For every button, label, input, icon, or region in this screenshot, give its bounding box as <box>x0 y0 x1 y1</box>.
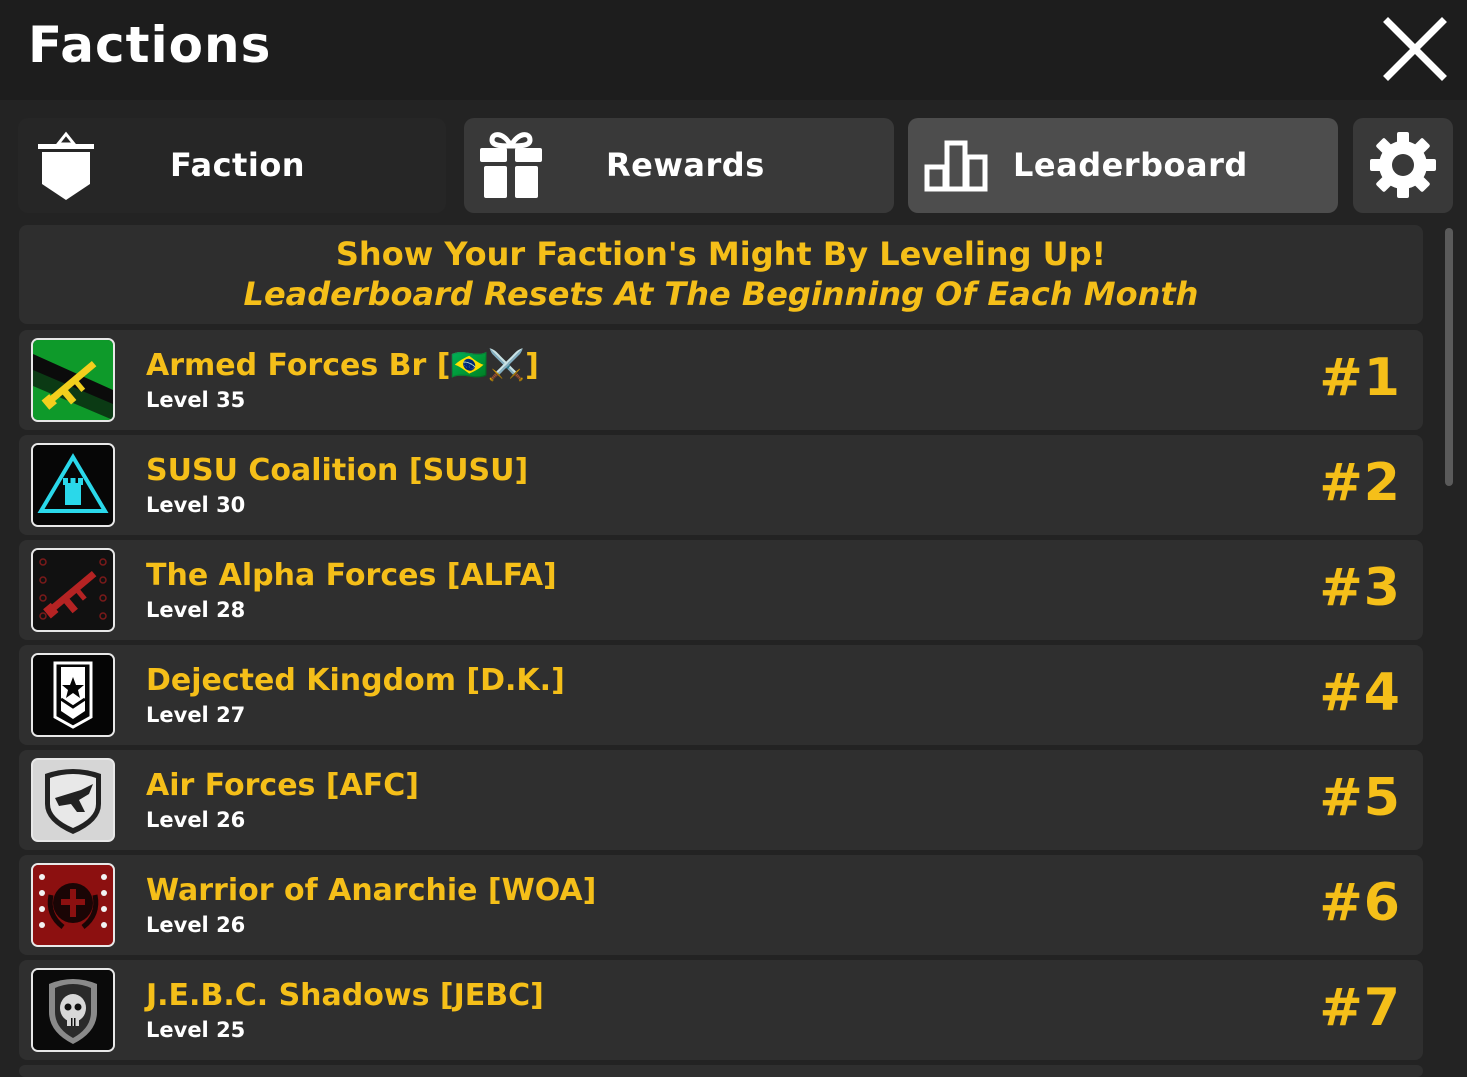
faction-emblem <box>31 443 115 527</box>
tab-label: Rewards <box>606 146 765 184</box>
shield-banner-icon <box>36 130 96 206</box>
leaderboard-row[interactable]: SUSU Coalition [SUSU] Level 30 #2 <box>19 435 1423 535</box>
faction-emblem <box>31 863 115 947</box>
faction-name: Warrior of Anarchie [WOA] <box>146 873 597 908</box>
faction-name: The Alpha Forces [ALFA] <box>146 558 557 593</box>
tab-rewards[interactable]: Rewards <box>464 118 894 213</box>
leaderboard-row[interactable]: Warrior of Anarchie [WOA] Level 26 #6 <box>19 855 1423 955</box>
window-title: Factions <box>28 16 272 74</box>
gift-icon <box>478 130 544 204</box>
faction-emblem <box>31 758 115 842</box>
gear-icon <box>1368 130 1438 204</box>
banner-subline: Leaderboard Resets At The Beginning Of E… <box>243 275 1199 313</box>
faction-level: Level 25 <box>146 1018 246 1042</box>
tab-settings[interactable] <box>1353 118 1453 213</box>
faction-emblem <box>31 653 115 737</box>
faction-rank: #1 <box>1319 348 1401 408</box>
faction-rank: #2 <box>1319 453 1401 513</box>
faction-level: Level 26 <box>146 913 246 937</box>
faction-level: Level 26 <box>146 808 246 832</box>
faction-rank: #7 <box>1319 978 1401 1038</box>
faction-name: Air Forces [AFC] <box>146 768 420 803</box>
close-icon <box>1383 17 1447 81</box>
scrollbar[interactable] <box>1445 228 1453 486</box>
close-button[interactable] <box>1380 14 1450 84</box>
banner-headline: Show Your Faction's Might By Leveling Up… <box>335 235 1107 273</box>
tab-label: Leaderboard <box>1013 146 1248 184</box>
leaderboard-row-partial <box>19 1065 1423 1077</box>
faction-level: Level 30 <box>146 493 246 517</box>
leaderboard-row[interactable]: Air Forces [AFC] Level 26 #5 <box>19 750 1423 850</box>
title-bar: Factions <box>0 0 1467 100</box>
faction-rank: #6 <box>1319 873 1401 933</box>
faction-emblem <box>31 338 115 422</box>
faction-level: Level 35 <box>146 388 246 412</box>
faction-rank: #5 <box>1319 768 1401 828</box>
faction-name: Dejected Kingdom [D.K.] <box>146 663 565 698</box>
tab-faction[interactable]: Faction <box>18 118 446 213</box>
bar-chart-icon <box>924 140 988 196</box>
faction-rank: #3 <box>1319 558 1401 618</box>
tab-leaderboard[interactable]: Leaderboard <box>908 118 1338 213</box>
leaderboard-row[interactable]: Armed Forces Br [🇧🇷⚔️] Level 35 #1 <box>19 330 1423 430</box>
leaderboard-row[interactable]: Dejected Kingdom [D.K.] Level 27 #4 <box>19 645 1423 745</box>
faction-name: Armed Forces Br [🇧🇷⚔️] <box>146 348 539 383</box>
faction-rank: #4 <box>1319 663 1401 723</box>
faction-name: SUSU Coalition [SUSU] <box>146 453 529 488</box>
leaderboard-row[interactable]: The Alpha Forces [ALFA] Level 28 #3 <box>19 540 1423 640</box>
faction-name: J.E.B.C. Shadows [JEBC] <box>146 978 544 1013</box>
faction-level: Level 28 <box>146 598 246 622</box>
faction-emblem <box>31 968 115 1052</box>
faction-level: Level 27 <box>146 703 246 727</box>
tab-label: Faction <box>170 146 306 184</box>
info-banner: Show Your Faction's Might By Leveling Up… <box>19 225 1423 324</box>
faction-emblem <box>31 548 115 632</box>
leaderboard-row[interactable]: J.E.B.C. Shadows [JEBC] Level 25 #7 <box>19 960 1423 1060</box>
